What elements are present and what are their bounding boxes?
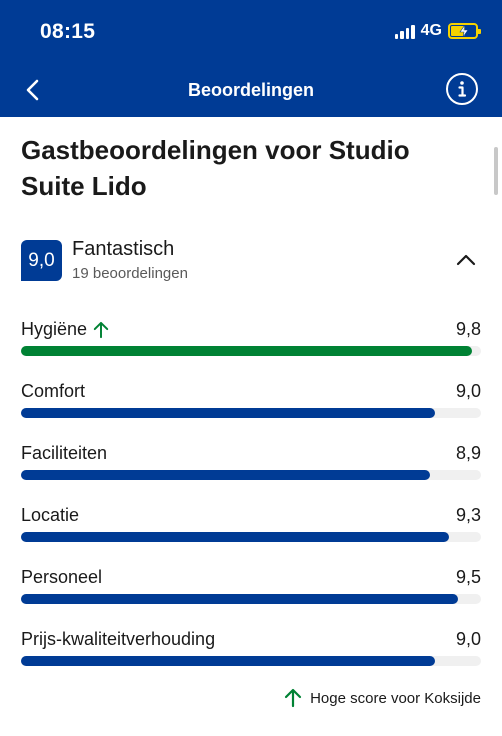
info-icon bbox=[458, 81, 467, 97]
category-row: Comfort 9,0 bbox=[21, 381, 481, 421]
category-label-text: Hygiëne bbox=[21, 319, 88, 339]
category-row: Faciliteiten 8,9 bbox=[21, 443, 481, 483]
app-header: 08:15 4G Beoordelingen bbox=[0, 0, 502, 117]
score-bar-fill bbox=[21, 532, 449, 542]
scrollbar[interactable] bbox=[494, 147, 498, 195]
category-row: Locatie 9,3 bbox=[21, 505, 481, 545]
score-bar-fill bbox=[21, 594, 458, 604]
category-value: 9,8 bbox=[455, 319, 481, 339]
status-time: 08:15 bbox=[40, 20, 96, 43]
score-bar-track bbox=[21, 656, 481, 666]
score-bar-fill bbox=[21, 656, 435, 666]
info-button[interactable] bbox=[446, 73, 478, 105]
category-row: Personeel 9,5 bbox=[21, 567, 481, 607]
category-label-text: Faciliteiten bbox=[21, 443, 108, 463]
review-count: 19 beoordelingen bbox=[72, 265, 188, 282]
category-value: 9,5 bbox=[455, 567, 481, 587]
score-bar-fill bbox=[21, 470, 431, 480]
category-value: 9,0 bbox=[455, 629, 481, 649]
nav-title: Beoordelingen bbox=[187, 80, 314, 100]
page-title: Gastbeoordelingen voor Studio Suite Lido bbox=[21, 135, 410, 201]
category-label: Personeel bbox=[21, 567, 102, 588]
score-label: Fantastisch bbox=[72, 238, 175, 260]
category-label: Faciliteiten bbox=[21, 443, 107, 464]
arrow-up-icon bbox=[284, 688, 302, 708]
category-value: 9,3 bbox=[455, 505, 481, 525]
network-type: 4G bbox=[420, 22, 442, 39]
score-bar-fill bbox=[21, 408, 435, 418]
category-label: Prijs-kwaliteitverhouding bbox=[21, 629, 215, 650]
collapse-button[interactable] bbox=[451, 248, 481, 272]
score-bar-fill bbox=[21, 346, 472, 356]
category-label-text: Prijs-kwaliteitverhouding bbox=[21, 629, 216, 649]
score-badge: 9,0 bbox=[21, 240, 62, 281]
category-value: 8,9 bbox=[455, 443, 481, 463]
high-score-note: Hoge score voor Koksijde bbox=[284, 688, 481, 708]
score-bar-track bbox=[21, 594, 481, 604]
category-row: Hygiëne 9,8 bbox=[21, 319, 481, 359]
high-score-note-text: Hoge score voor Koksijde bbox=[310, 689, 481, 707]
signal-icon bbox=[394, 24, 415, 39]
score-bar-track bbox=[21, 470, 481, 480]
score-bar-track bbox=[21, 408, 481, 418]
score-bar-track bbox=[21, 346, 481, 356]
chevron-up-icon bbox=[456, 254, 476, 266]
category-value: 9,0 bbox=[455, 381, 481, 401]
category-label-text: Locatie bbox=[21, 505, 80, 525]
category-label: Locatie bbox=[21, 505, 79, 526]
score-bar-track bbox=[21, 532, 481, 542]
status-indicators: 4G bbox=[394, 22, 481, 40]
category-label: Comfort bbox=[21, 381, 85, 402]
battery-charging-icon bbox=[448, 23, 481, 39]
category-row: Prijs-kwaliteitverhouding 9,0 bbox=[21, 629, 481, 669]
category-label-text: Comfort bbox=[21, 381, 86, 401]
overall-score-row[interactable]: 9,0 Fantastisch 19 beoordelingen bbox=[21, 238, 481, 284]
category-label-text: Personeel bbox=[21, 567, 103, 587]
category-label: Hygiëne bbox=[21, 319, 109, 340]
arrow-up-icon bbox=[93, 321, 109, 338]
